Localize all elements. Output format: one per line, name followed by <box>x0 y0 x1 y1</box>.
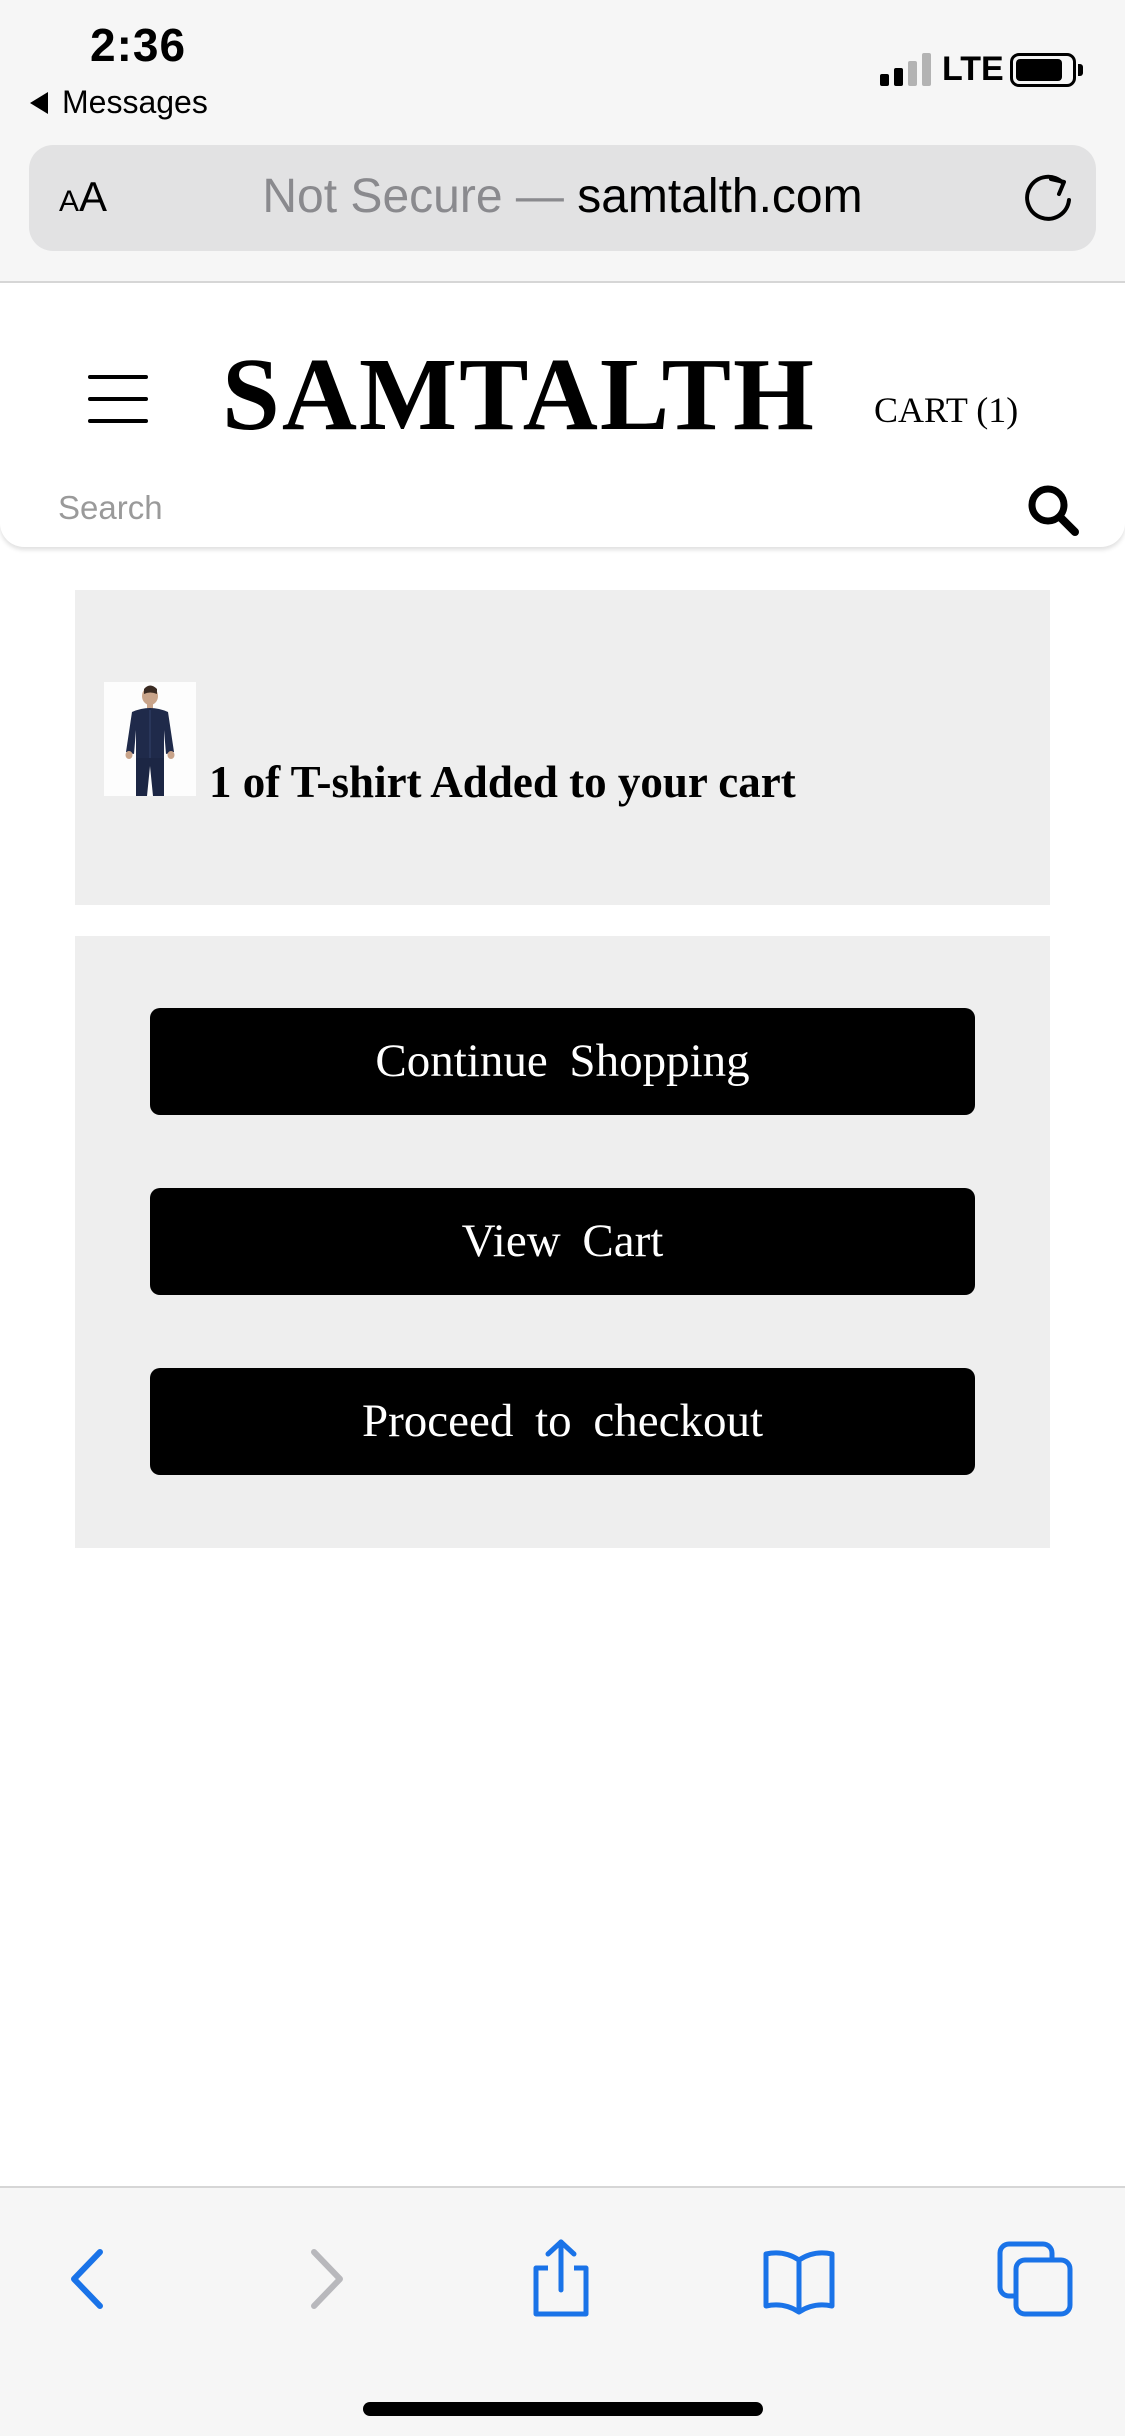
site-header: SAMTALTH CART (1) <box>0 285 1125 547</box>
added-message: 1 of T-shirt Added to your cart <box>209 757 796 807</box>
back-icon[interactable] <box>44 2234 134 2324</box>
cellular-signal-icon <box>880 52 934 86</box>
reload-icon[interactable] <box>1019 169 1077 227</box>
search-icon[interactable] <box>1024 481 1082 539</box>
back-triangle-icon <box>30 91 48 114</box>
url-domain: samtalth.com <box>577 170 863 223</box>
site-logo[interactable]: SAMTALTH <box>222 335 816 454</box>
search-input[interactable] <box>58 485 958 531</box>
battery-icon <box>1010 53 1083 87</box>
back-to-messages[interactable]: Messages <box>30 84 208 121</box>
network-type: LTE <box>942 50 1004 88</box>
back-app-label: Messages <box>62 84 208 120</box>
security-warning: Not Secure — <box>262 170 564 223</box>
tabs-icon[interactable] <box>990 2234 1080 2324</box>
home-indicator[interactable] <box>363 2402 763 2416</box>
checkout-button[interactable]: Proceed to checkout <box>150 1368 975 1475</box>
forward-icon[interactable] <box>280 2234 370 2324</box>
browser-toolbar <box>0 2186 1125 2436</box>
share-icon[interactable] <box>516 2234 606 2324</box>
continue-shopping-button[interactable]: Continue Shopping <box>150 1008 975 1115</box>
cart-link[interactable]: CART (1) <box>874 389 1018 431</box>
menu-icon[interactable] <box>88 375 148 423</box>
address-bar[interactable]: AA Not Secure — samtalth.com <box>29 145 1096 251</box>
view-cart-button[interactable]: View Cart <box>150 1188 975 1295</box>
added-to-cart-panel: 1 of T-shirt Added to your cart <box>75 590 1050 905</box>
product-thumbnail[interactable] <box>104 682 196 796</box>
bookmarks-icon[interactable] <box>754 2234 844 2324</box>
url-display[interactable]: Not Secure — samtalth.com <box>29 169 1096 224</box>
cart-actions-panel: Continue Shopping View Cart Proceed to c… <box>75 936 1050 1548</box>
browser-top-chrome: 2:36 Messages LTE AA Not Secure — samtal… <box>0 0 1125 283</box>
status-time: 2:36 <box>90 19 187 71</box>
